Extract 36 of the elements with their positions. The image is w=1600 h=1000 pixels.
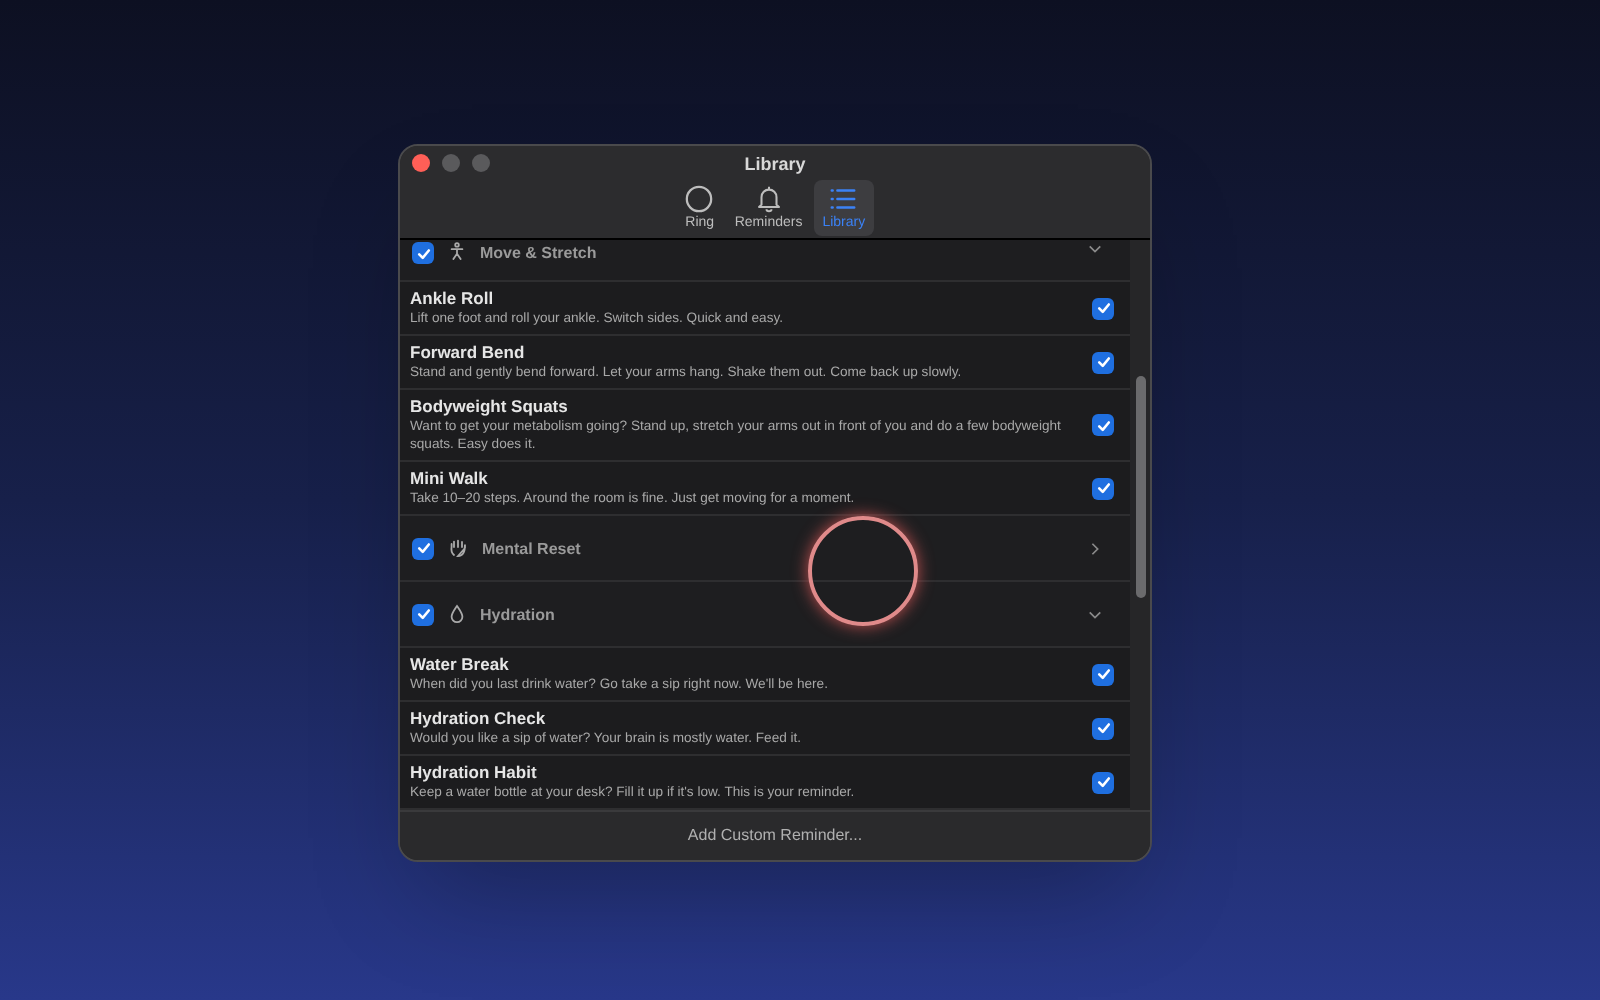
reminder-title: Bodyweight Squats <box>410 396 570 418</box>
reminder-checkbox[interactable] <box>1092 477 1114 499</box>
chevron-down-icon[interactable] <box>1088 607 1102 621</box>
reminder-title: Hydration Habit <box>410 762 539 784</box>
reminder-checkbox[interactable] <box>1092 297 1114 319</box>
drop-icon <box>448 604 466 624</box>
window-title: Library <box>744 152 806 176</box>
reminder-title: Mini Walk <box>410 468 490 490</box>
group-checkbox[interactable] <box>412 537 434 559</box>
group-title: Hydration <box>480 603 557 625</box>
reminder-title: Forward Bend <box>410 342 527 364</box>
reminder-checkbox[interactable] <box>1092 414 1114 436</box>
add-custom-reminder-button[interactable]: Add Custom Reminder... <box>671 820 879 852</box>
list-icon <box>828 184 859 214</box>
reminder-title: Hydration Check <box>410 708 548 730</box>
group-header[interactable]: Move & Stretch <box>400 240 1130 282</box>
reminder-checkbox[interactable] <box>1092 351 1114 373</box>
chevron-right-icon[interactable] <box>1088 541 1102 555</box>
hand-icon <box>448 538 468 558</box>
group-title: Mental Reset <box>482 537 583 559</box>
figure-icon <box>448 242 466 260</box>
click-indicator <box>808 516 918 626</box>
chevron-down-icon[interactable] <box>1088 242 1102 256</box>
reminder-title: Ankle Roll <box>410 288 496 310</box>
reminder-checkbox[interactable] <box>1092 717 1114 739</box>
scrollbar-thumb[interactable] <box>1135 376 1145 598</box>
bell-icon <box>753 184 784 214</box>
scrollbar[interactable] <box>1130 240 1150 810</box>
group-checkbox[interactable] <box>412 242 434 264</box>
close-button[interactable] <box>412 154 430 172</box>
reminder-checkbox[interactable] <box>1092 663 1114 685</box>
group-checkbox[interactable] <box>412 603 434 625</box>
reminder-title: Water Break <box>410 654 511 676</box>
group-title: Move & Stretch <box>480 242 599 264</box>
circle-icon <box>684 184 715 214</box>
reminder-checkbox[interactable] <box>1092 771 1114 793</box>
